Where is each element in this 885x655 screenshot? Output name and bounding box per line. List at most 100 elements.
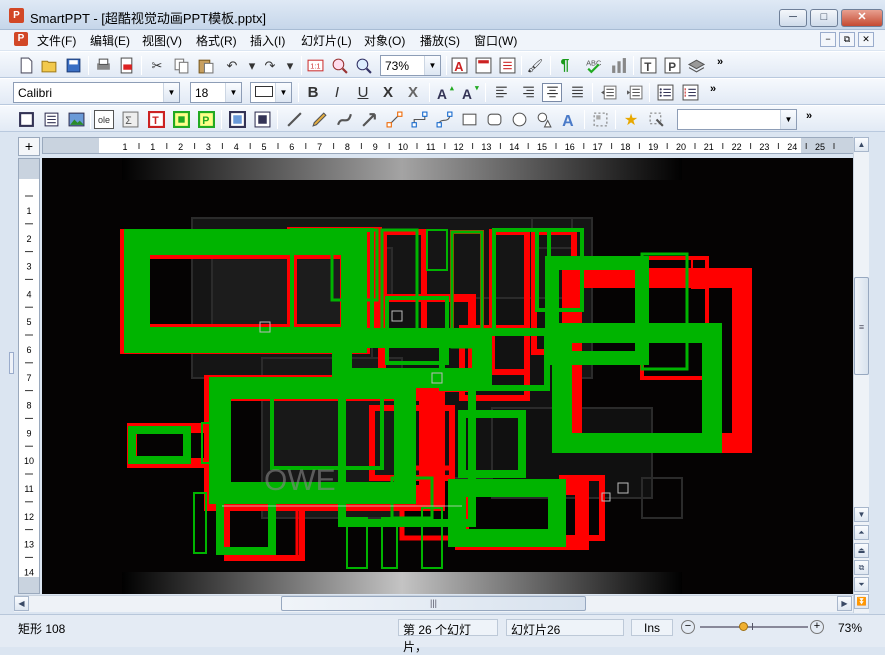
horizontal-scrollbar[interactable]: ◀ ||| ▶ bbox=[14, 595, 853, 612]
align-right-icon[interactable] bbox=[517, 83, 537, 102]
ellipse-tool-icon[interactable] bbox=[509, 110, 529, 129]
font-size-combo[interactable]: 18 ▼ bbox=[190, 82, 242, 103]
new-file-icon[interactable] bbox=[16, 56, 36, 75]
toolbar-overflow-button[interactable]: » bbox=[717, 56, 723, 68]
cut-icon[interactable]: ✂ bbox=[147, 56, 167, 75]
chevron-down-icon[interactable]: ▼ bbox=[275, 83, 291, 102]
shapes-icon[interactable] bbox=[534, 110, 554, 129]
slide-number-icon[interactable]: 1:1 bbox=[305, 56, 325, 75]
menu-file[interactable]: 文件(F) bbox=[34, 32, 79, 49]
undo-dropdown-icon[interactable]: ▾ bbox=[242, 56, 262, 75]
template-t-icon[interactable]: T bbox=[638, 56, 658, 75]
media-frame-icon[interactable] bbox=[252, 110, 272, 129]
redo-dropdown-icon[interactable]: ▾ bbox=[280, 56, 300, 75]
vertical-scroll-thumb[interactable]: ≡ bbox=[854, 277, 869, 375]
paragraph-mark-icon[interactable]: ¶ bbox=[555, 56, 575, 75]
image-icon[interactable] bbox=[66, 110, 86, 129]
zoom-region-icon[interactable] bbox=[329, 56, 349, 75]
star-icon[interactable]: ★ bbox=[621, 110, 641, 129]
ruler-corner-button[interactable]: + bbox=[18, 137, 40, 156]
strikethrough-button[interactable]: X bbox=[378, 83, 398, 102]
picture-placeholder-icon[interactable]: P bbox=[196, 110, 216, 129]
italic-button[interactable]: I bbox=[327, 83, 347, 102]
pencil-tool-icon[interactable] bbox=[309, 110, 329, 129]
animation-combo[interactable]: ▼ bbox=[677, 109, 797, 130]
chevron-down-icon[interactable]: ▼ bbox=[163, 83, 179, 102]
ole-object-button[interactable]: ole bbox=[94, 110, 114, 129]
close-button[interactable]: ✕ bbox=[841, 9, 883, 27]
undo-icon[interactable]: ↶ bbox=[222, 56, 242, 75]
scroll-down-icon[interactable]: ▼ bbox=[854, 507, 869, 522]
zoom-combo[interactable]: 73% ▼ bbox=[380, 55, 441, 76]
menu-slide[interactable]: 幻灯片(L) bbox=[298, 32, 355, 49]
panel-toggle-handle[interactable] bbox=[9, 352, 14, 374]
chevron-down-icon[interactable]: ▼ bbox=[225, 83, 241, 102]
next-slide-icon[interactable]: ⏷ bbox=[854, 577, 869, 592]
zoom-slider-thumb[interactable] bbox=[739, 622, 748, 631]
text-box-icon[interactable]: A bbox=[449, 56, 469, 75]
menu-window[interactable]: 窗口(W) bbox=[471, 32, 520, 49]
shadow-button[interactable]: X bbox=[403, 83, 423, 102]
horizontal-scroll-thumb[interactable]: ||| bbox=[281, 596, 586, 611]
smartppt-app-icon[interactable]: P bbox=[9, 8, 24, 23]
slide-canvas[interactable]: OWE bbox=[42, 158, 854, 594]
horizontal-ruler[interactable]: 1 1 2 3 4 5 6 7 8 9 10 11 12 13 14 15 16 17 18 19 20 21 22 23 24… bbox=[42, 137, 854, 154]
vertical-scrollbar[interactable]: ▲ ≡ ▼ ⏶ ⏏ ⧉ ⏷ ⏬ bbox=[853, 137, 869, 613]
scroll-up-icon[interactable]: ▲ bbox=[854, 137, 869, 152]
fill-color-combo[interactable]: ▼ bbox=[250, 82, 292, 103]
menu-play[interactable]: 播放(S) bbox=[417, 32, 463, 49]
shrink-font-icon[interactable]: A bbox=[460, 83, 480, 102]
document-icon[interactable]: P bbox=[14, 32, 28, 46]
mdi-minimize-button[interactable]: − bbox=[820, 32, 836, 47]
animation-icon[interactable] bbox=[646, 110, 666, 129]
zoom-in-icon[interactable]: + bbox=[810, 620, 824, 634]
title-placeholder-icon[interactable]: T bbox=[146, 110, 166, 129]
mdi-restore-button[interactable]: ⧉ bbox=[839, 32, 855, 47]
menu-view[interactable]: 视图(V) bbox=[139, 32, 185, 49]
increase-indent-icon[interactable] bbox=[624, 83, 644, 102]
save-icon[interactable] bbox=[63, 56, 83, 75]
toolbar-overflow-button[interactable]: » bbox=[710, 83, 716, 95]
wordart-icon[interactable]: A bbox=[559, 110, 579, 129]
maximize-button[interactable]: □ bbox=[810, 9, 838, 27]
paste-icon[interactable] bbox=[195, 56, 215, 75]
minimize-button[interactable]: ─ bbox=[779, 9, 807, 27]
zoom-icon[interactable] bbox=[353, 56, 373, 75]
text-frame-icon[interactable] bbox=[41, 110, 61, 129]
list-icon[interactable] bbox=[497, 56, 517, 75]
slide-graphic[interactable]: OWE bbox=[42, 158, 854, 594]
chart-icon[interactable] bbox=[608, 56, 628, 75]
font-name-combo[interactable]: Calibri ▼ bbox=[13, 82, 180, 103]
placeholder-icon[interactable] bbox=[171, 110, 191, 129]
zoom-slider-track[interactable] bbox=[700, 626, 808, 628]
connector-icon[interactable] bbox=[384, 110, 404, 129]
bullet-list-icon[interactable] bbox=[655, 83, 675, 102]
elbow-connector-icon[interactable] bbox=[409, 110, 429, 129]
layers-icon[interactable] bbox=[686, 56, 706, 75]
grow-font-icon[interactable]: A bbox=[435, 83, 455, 102]
scroll-right-icon[interactable]: ▶ bbox=[837, 596, 852, 611]
rectangle-tool-icon[interactable] bbox=[459, 110, 479, 129]
numbered-list-icon[interactable] bbox=[680, 83, 700, 102]
menu-insert[interactable]: 插入(I) bbox=[247, 32, 288, 49]
align-left-icon[interactable] bbox=[492, 83, 512, 102]
chevron-down-icon[interactable]: ▼ bbox=[424, 56, 440, 75]
underline-button[interactable]: U bbox=[353, 83, 373, 102]
group-icon[interactable] bbox=[590, 110, 610, 129]
open-folder-icon[interactable] bbox=[39, 56, 59, 75]
mdi-close-button[interactable]: ✕ bbox=[858, 32, 874, 47]
print-icon[interactable] bbox=[93, 56, 113, 75]
format-painter-icon[interactable]: 🖌 bbox=[525, 56, 545, 75]
align-center-icon[interactable] bbox=[542, 83, 562, 102]
pdf-export-icon[interactable] bbox=[116, 56, 136, 75]
menu-edit[interactable]: 编辑(E) bbox=[87, 32, 133, 49]
spell-check-icon[interactable]: ABC bbox=[583, 56, 603, 75]
scroll-left-icon[interactable]: ◀ bbox=[14, 596, 29, 611]
curve-tool-icon[interactable] bbox=[334, 110, 354, 129]
line-tool-icon[interactable] bbox=[284, 110, 304, 129]
select-frame-icon[interactable] bbox=[16, 110, 36, 129]
template-p-icon[interactable]: P bbox=[662, 56, 682, 75]
justify-icon[interactable] bbox=[567, 83, 587, 102]
arrow-tool-icon[interactable] bbox=[359, 110, 379, 129]
previous-slide-icon[interactable]: ⏏ bbox=[854, 543, 869, 558]
